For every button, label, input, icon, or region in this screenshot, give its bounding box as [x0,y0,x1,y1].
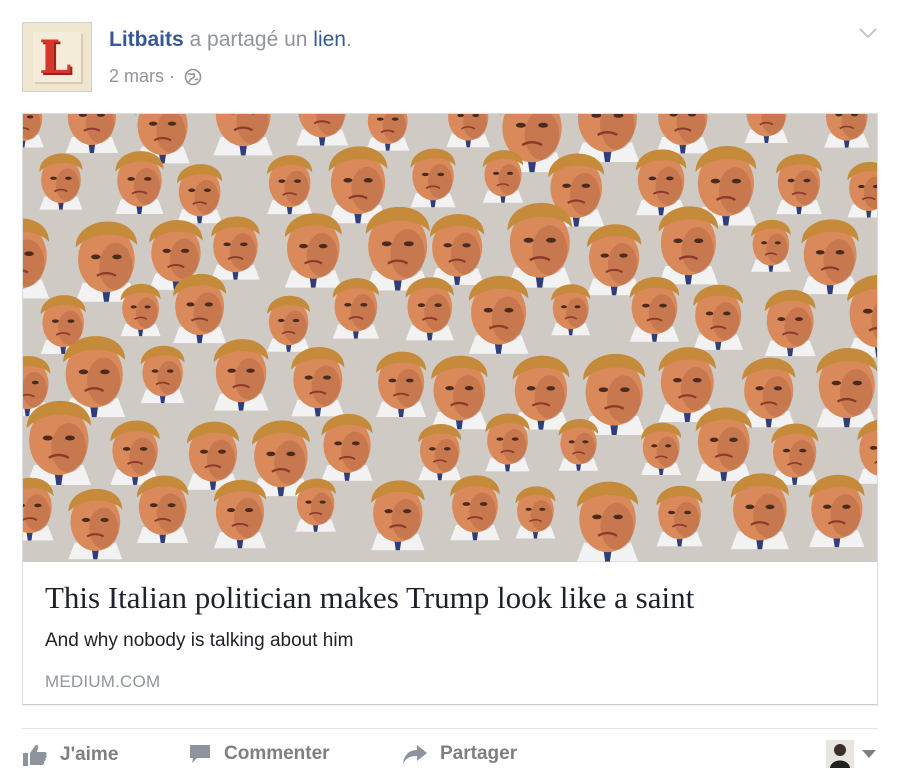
link-preview-image[interactable] [23,114,877,562]
action-text: a partagé un [183,28,314,51]
post-meta: 2 mars · [109,66,202,87]
audience-selector[interactable] [826,740,878,768]
meta-separator: · [164,66,181,86]
caret-down-icon [862,750,876,758]
actions-divider [22,728,878,729]
share-button[interactable]: Partager [402,743,517,765]
page-name-link[interactable]: Litbaits [109,28,184,51]
link-title[interactable]: This Italian politician makes Trump look… [45,580,694,616]
speech-bubble-icon [190,745,210,763]
thumbs-up-icon [23,744,47,766]
share-label: Partager [440,743,518,764]
globe-icon[interactable] [184,68,202,86]
like-button[interactable]: J'aime [22,743,118,767]
user-avatar [826,740,854,768]
chevron-down-icon[interactable] [858,26,878,40]
comment-button[interactable]: Commenter [188,743,330,765]
shared-link-word[interactable]: lien [313,28,346,51]
avatar-letter: L [39,30,72,84]
comment-label: Commenter [224,743,330,764]
photo-collage [23,114,877,562]
feed-post: L Litbaits a partagé un lien. 2 mars · T… [0,0,898,780]
share-arrow-icon [403,745,427,764]
post-actions-bar: J'aime Commenter Partager [22,740,878,776]
page-avatar[interactable]: L [22,22,92,92]
post-date[interactable]: 2 mars [109,66,164,87]
post-header: Litbaits a partagé un lien. [109,28,352,52]
avatar-logo: L [33,30,81,84]
link-subtitle: And why nobody is talking about him [45,630,354,651]
link-preview-card[interactable]: This Italian politician makes Trump look… [22,113,878,705]
like-label: J'aime [60,744,119,765]
trailing-punct: . [345,28,352,51]
link-domain: MEDIUM.COM [45,672,161,691]
